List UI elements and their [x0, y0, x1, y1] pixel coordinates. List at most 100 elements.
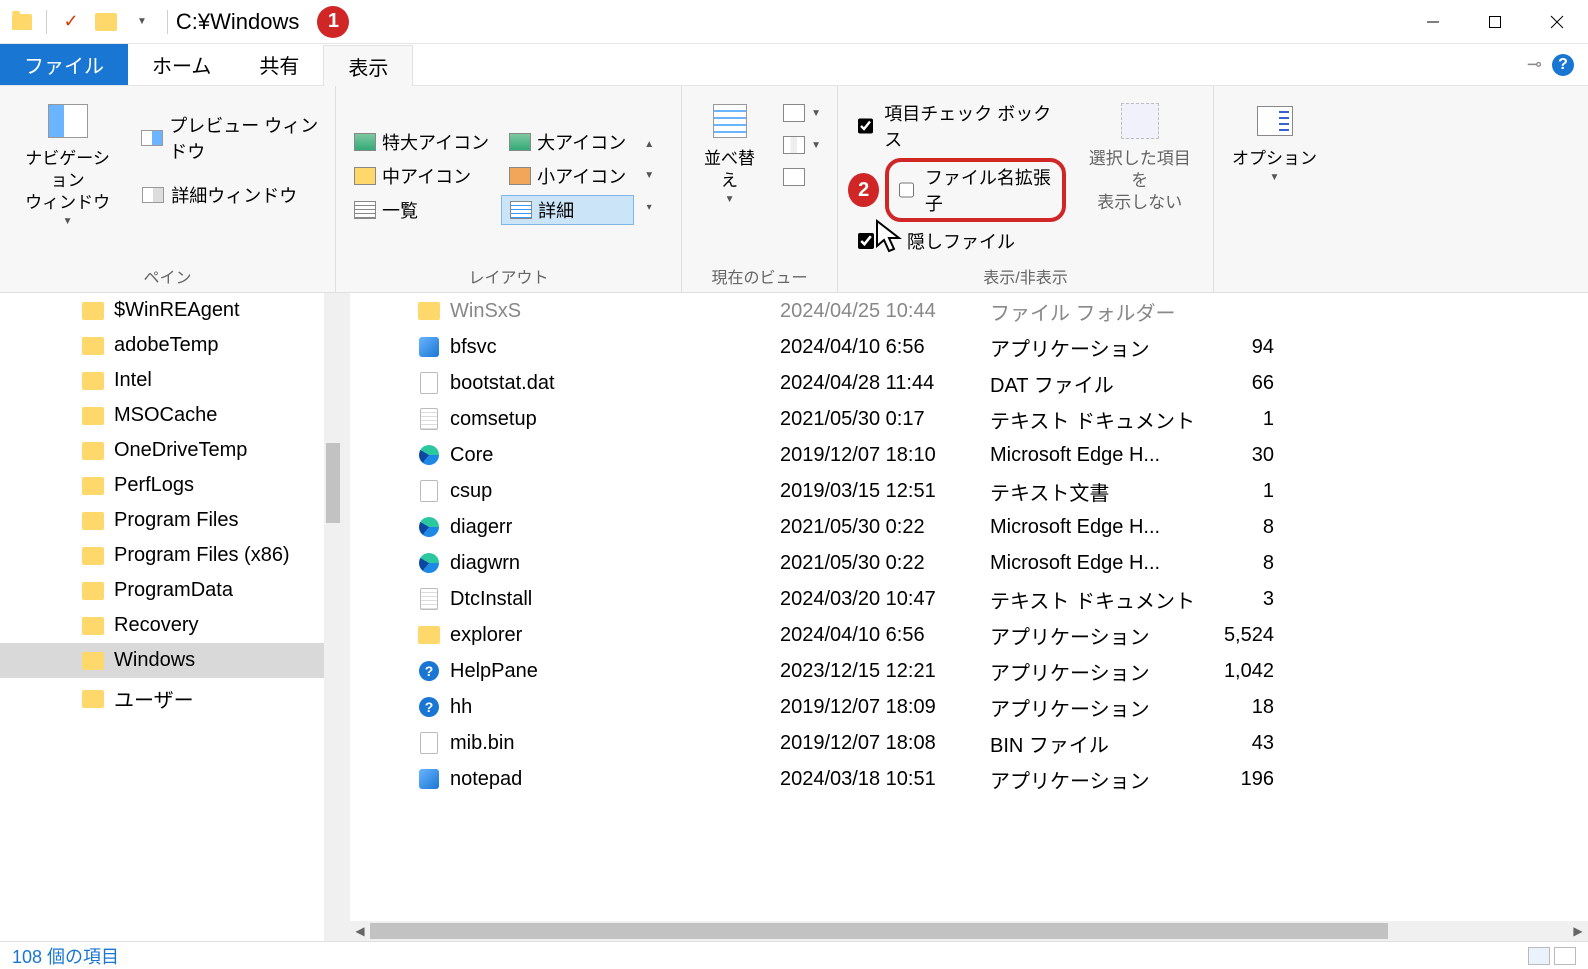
file-row[interactable]: bfsvc2024/04/10 6:56アプリケーション94 [350, 329, 1588, 365]
folder-icon [418, 302, 440, 320]
hide-selected-button[interactable]: 選択した項目を表示しない [1076, 94, 1203, 220]
file-row[interactable]: ?HelpPane2023/12/15 12:21アプリケーション1,042 [350, 653, 1588, 689]
file-date: 2023/12/15 12:21 [780, 660, 990, 683]
tab-file[interactable]: ファイル [0, 44, 128, 85]
details-view-icon [510, 201, 532, 219]
file-icon [420, 732, 438, 754]
properties-icon[interactable]: ✓ [61, 12, 81, 32]
file-size: 1 [1196, 408, 1284, 431]
file-row[interactable]: csup2019/03/15 12:51テキスト文書1 [350, 473, 1588, 509]
file-row[interactable]: diagerr2021/05/30 0:22Microsoft Edge H..… [350, 509, 1588, 545]
file-row[interactable]: DtcInstall2024/03/20 10:47テキスト ドキュメント3 [350, 581, 1588, 617]
tree-item[interactable]: Program Files (x86) [0, 538, 342, 573]
tree-item[interactable]: MSOCache [0, 398, 342, 433]
file-type: テキスト ドキュメント [990, 585, 1196, 614]
chevron-down-icon: ▼ [811, 108, 821, 119]
layout-scroll-down-icon[interactable]: ▼ [640, 169, 658, 182]
ribbon-group-show-hide: 項目チェック ボックス 2 ファイル名拡張子 隠しファイル [838, 86, 1214, 292]
tree-item[interactable]: ProgramData [0, 573, 342, 608]
layout-extra-large-icons[interactable]: 特大アイコン [346, 127, 497, 157]
details-pane-button[interactable]: 詳細ウィンドウ [135, 178, 325, 212]
tree-item[interactable]: adobeTemp [0, 328, 342, 363]
sort-by-button[interactable]: 並べ替え ▼ [692, 94, 767, 211]
preview-pane-button[interactable]: プレビュー ウィンドウ [135, 108, 325, 168]
scroll-right-icon[interactable]: ▶ [1568, 924, 1588, 938]
navigation-pane-button[interactable]: ナビゲーションウィンドウ ▼ [10, 94, 125, 233]
ribbon: ナビゲーションウィンドウ ▼ プレビュー ウィンドウ 詳細ウィンドウ ペイン 特… [0, 86, 1588, 293]
item-checkboxes-checkbox[interactable]: 項目チェック ボックス [848, 96, 1066, 156]
file-extensions-checkbox[interactable]: ファイル名拡張子 [885, 158, 1066, 222]
tree-item[interactable]: Program Files [0, 503, 342, 538]
file-date: 2019/12/07 18:08 [780, 732, 990, 755]
tree-item[interactable]: Recovery [0, 608, 342, 643]
tree-item[interactable]: Intel [0, 363, 342, 398]
edge-icon [419, 445, 439, 465]
folder-icon [82, 372, 104, 390]
file-row[interactable]: comsetup2021/05/30 0:17テキスト ドキュメント1 [350, 401, 1588, 437]
layout-large-icons[interactable]: 大アイコン [501, 127, 634, 157]
new-folder-icon[interactable] [95, 13, 117, 31]
checkbox-input[interactable] [858, 118, 873, 134]
scrollbar-thumb[interactable] [370, 923, 1388, 939]
file-row[interactable]: diagwrn2021/05/30 0:22Microsoft Edge H..… [350, 545, 1588, 581]
layout-more-icon[interactable]: ▾ [643, 201, 656, 214]
file-row[interactable]: mib.bin2019/12/07 18:08BIN ファイル43 [350, 725, 1588, 761]
layout-details[interactable]: 詳細 [501, 195, 634, 225]
help-icon[interactable]: ? [1552, 54, 1574, 76]
file-name: comsetup [450, 408, 537, 431]
layout-scroll-up-icon[interactable]: ▲ [640, 138, 658, 151]
checkbox-input[interactable] [899, 182, 914, 198]
tree-item[interactable]: ユーザー [0, 678, 342, 719]
file-row[interactable]: notepad2024/03/18 10:51アプリケーション196 [350, 761, 1588, 797]
minimize-button[interactable] [1402, 0, 1464, 44]
file-date: 2021/05/30 0:22 [780, 552, 990, 575]
file-row[interactable]: explorer2024/04/10 6:56アプリケーション5,524 [350, 617, 1588, 653]
layout-medium-icons[interactable]: 中アイコン [346, 161, 497, 191]
thumbnails-view-toggle[interactable] [1554, 947, 1576, 965]
ribbon-group-layout: 特大アイコン 大アイコン ▲ ▼ ▾ 中アイコン 小アイコン 一覧 詳細 レイア… [336, 86, 682, 292]
tree-item-label: $WinREAgent [114, 299, 240, 322]
group-by-button[interactable]: ▼ [777, 100, 827, 126]
splitter[interactable] [342, 293, 350, 941]
file-list[interactable]: WinSxS2024/04/25 10:44ファイル フォルダーbfsvc202… [350, 293, 1588, 921]
window-controls [1402, 0, 1588, 44]
tree-scrollbar[interactable] [324, 293, 342, 941]
size-columns-button[interactable] [777, 164, 827, 190]
tree-item-label: Intel [114, 369, 152, 392]
details-pane-icon [142, 187, 164, 203]
layout-small-icons[interactable]: 小アイコン [501, 161, 634, 191]
tree-item[interactable]: $WinREAgent [0, 293, 342, 328]
details-view-toggle[interactable] [1528, 947, 1550, 965]
file-row[interactable]: bootstat.dat2024/04/28 11:44DAT ファイル66 [350, 365, 1588, 401]
close-button[interactable] [1526, 0, 1588, 44]
file-row[interactable]: ?hh2019/12/07 18:09アプリケーション18 [350, 689, 1588, 725]
scrollbar-thumb[interactable] [326, 443, 340, 523]
hidden-items-checkbox[interactable]: 隠しファイル [848, 224, 1066, 258]
tree-item[interactable]: PerfLogs [0, 468, 342, 503]
file-date: 2024/04/10 6:56 [780, 624, 990, 647]
scroll-left-icon[interactable]: ◀ [350, 924, 370, 938]
options-button[interactable]: オプション ▼ [1224, 94, 1325, 189]
fit-columns-icon [783, 168, 805, 186]
file-size: 43 [1196, 732, 1284, 755]
layout-list[interactable]: 一覧 [346, 195, 497, 225]
maximize-button[interactable] [1464, 0, 1526, 44]
navigation-tree[interactable]: $WinREAgent adobeTemp Intel MSOCache OneDriv… [0, 293, 342, 941]
help-icon: ? [419, 661, 439, 681]
tab-view[interactable]: 表示 [323, 45, 413, 86]
file-type: Microsoft Edge H... [990, 552, 1196, 575]
horizontal-scrollbar[interactable]: ◀ ▶ [350, 921, 1588, 941]
tab-home[interactable]: ホーム [128, 44, 235, 85]
file-row[interactable]: WinSxS2024/04/25 10:44ファイル フォルダー [350, 293, 1588, 329]
tab-share[interactable]: 共有 [235, 44, 323, 85]
minimize-ribbon-icon[interactable]: ⊸ [1527, 54, 1542, 75]
tree-item-label: MSOCache [114, 404, 217, 427]
preview-pane-icon [141, 130, 163, 146]
add-columns-button[interactable]: ▼ [777, 132, 827, 158]
annotation-badge-1: 1 [317, 6, 349, 38]
tree-item[interactable]: Windows [0, 643, 342, 678]
tree-item[interactable]: OneDriveTemp [0, 433, 342, 468]
file-row[interactable]: Core2019/12/07 18:10Microsoft Edge H...3… [350, 437, 1588, 473]
qat-dropdown-icon[interactable]: ▼ [131, 12, 153, 31]
chevron-down-icon: ▼ [1270, 172, 1280, 183]
